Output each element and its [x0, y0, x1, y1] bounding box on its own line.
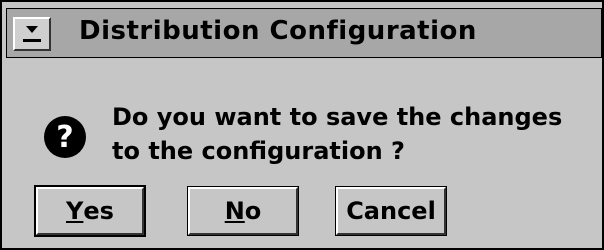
- window-title: Distribution Configuration: [79, 16, 477, 46]
- no-mnemonic: N: [224, 197, 245, 225]
- cancel-label: Cancel: [346, 197, 436, 225]
- no-button[interactable]: No: [187, 186, 299, 236]
- minimize-arrow-icon: [22, 26, 42, 42]
- yes-mnemonic: Y: [66, 197, 84, 225]
- no-label-rest: o: [244, 197, 262, 225]
- question-icon: ?: [44, 116, 86, 158]
- cancel-button[interactable]: Cancel: [335, 186, 447, 236]
- yes-button[interactable]: Yes: [34, 185, 146, 237]
- title-bar[interactable]: Distribution Configuration: [6, 8, 602, 58]
- question-glyph: ?: [56, 119, 74, 155]
- system-menu-button[interactable]: [13, 17, 51, 51]
- dialog-message: Do you want to save the changes to the c…: [112, 103, 563, 165]
- confirmation-dialog: Distribution Configuration ? Do you want…: [0, 0, 604, 250]
- yes-label-rest: es: [83, 197, 114, 225]
